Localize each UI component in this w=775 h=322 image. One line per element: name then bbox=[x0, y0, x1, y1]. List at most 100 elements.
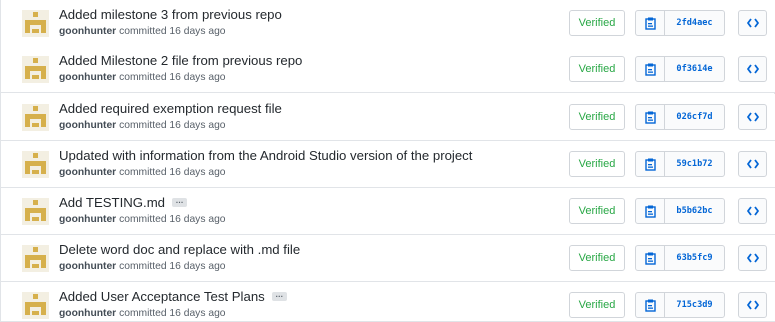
author-avatar[interactable] bbox=[22, 245, 49, 272]
commit-row: Added Milestone 2 file from previous rep… bbox=[1, 46, 775, 93]
ellipsis-expand-button[interactable]: … bbox=[271, 291, 287, 301]
commit-title: Added Milestone 2 file from previous rep… bbox=[59, 53, 302, 68]
identicon-avatar bbox=[22, 151, 49, 178]
code-brackets-icon bbox=[746, 300, 759, 310]
copy-sha-button[interactable] bbox=[636, 11, 665, 35]
identicon-avatar bbox=[22, 56, 49, 83]
commit-message-link[interactable]: Added User Acceptance Test Plans bbox=[59, 289, 265, 304]
author-avatar[interactable] bbox=[22, 198, 49, 225]
browse-files-button[interactable] bbox=[738, 56, 767, 82]
browse-files-button[interactable] bbox=[738, 10, 767, 36]
commit-sha-link[interactable]: 2fd4aec bbox=[665, 11, 724, 35]
commit-sha-link[interactable]: 63b5fc9 bbox=[665, 246, 724, 270]
commit-sha-link[interactable]: 59c1b72 bbox=[665, 152, 724, 176]
commit-title: Add TESTING.md … bbox=[59, 195, 188, 210]
commit-list: Added milestone 3 from previous repo goo… bbox=[0, 0, 775, 322]
code-brackets-icon bbox=[746, 64, 759, 74]
identicon-avatar bbox=[22, 245, 49, 272]
sha-button-group: 0f3614e bbox=[635, 56, 725, 82]
commit-meta: goonhunter committed 16 days ago bbox=[59, 167, 226, 178]
commit-author-link[interactable]: goonhunter bbox=[59, 214, 116, 225]
identicon-avatar bbox=[22, 198, 49, 225]
code-brackets-icon bbox=[746, 206, 759, 216]
commit-author-link[interactable]: goonhunter bbox=[59, 26, 116, 37]
commit-message-link[interactable]: Added Milestone 2 file from previous rep… bbox=[59, 53, 302, 68]
commit-author-link[interactable]: goonhunter bbox=[59, 167, 116, 178]
ellipsis-expand-button[interactable]: … bbox=[172, 197, 188, 207]
commit-time: committed 16 days ago bbox=[116, 120, 226, 131]
commit-author-link[interactable]: goonhunter bbox=[59, 72, 116, 83]
commit-author-link[interactable]: goonhunter bbox=[59, 120, 116, 131]
commit-message-link[interactable]: Added milestone 3 from previous repo bbox=[59, 7, 282, 22]
clipboard-icon bbox=[644, 252, 656, 265]
commit-time: committed 16 days ago bbox=[116, 72, 226, 83]
code-brackets-icon bbox=[746, 18, 759, 28]
copy-sha-button[interactable] bbox=[636, 57, 665, 81]
commit-message-link[interactable]: Delete word doc and replace with .md fil… bbox=[59, 242, 300, 257]
clipboard-icon bbox=[644, 63, 656, 76]
author-avatar[interactable] bbox=[22, 56, 49, 83]
commit-row: Added User Acceptance Test Plans … goonh… bbox=[1, 282, 775, 322]
commit-sha-link[interactable]: 0f3614e bbox=[665, 57, 724, 81]
sha-button-group: 59c1b72 bbox=[635, 151, 725, 177]
commit-time: committed 16 days ago bbox=[116, 26, 226, 37]
clipboard-icon bbox=[644, 158, 656, 171]
verified-badge[interactable]: Verified bbox=[569, 151, 625, 177]
clipboard-icon bbox=[644, 111, 656, 124]
commit-row: Updated with information from the Androi… bbox=[1, 141, 775, 188]
copy-sha-button[interactable] bbox=[636, 105, 665, 129]
commit-meta: goonhunter committed 16 days ago bbox=[59, 120, 226, 131]
commit-sha-link[interactable]: 715c3d9 bbox=[665, 293, 724, 317]
code-brackets-icon bbox=[746, 253, 759, 263]
commit-sha-link[interactable]: b5b62bc bbox=[665, 199, 724, 223]
commit-sha-link[interactable]: 026cf7d bbox=[665, 105, 724, 129]
browse-files-button[interactable] bbox=[738, 198, 767, 224]
commit-title: Delete word doc and replace with .md fil… bbox=[59, 242, 300, 257]
commit-title: Added User Acceptance Test Plans … bbox=[59, 289, 287, 304]
copy-sha-button[interactable] bbox=[636, 152, 665, 176]
clipboard-icon bbox=[644, 205, 656, 218]
code-brackets-icon bbox=[746, 159, 759, 169]
commit-title: Added milestone 3 from previous repo bbox=[59, 7, 282, 22]
verified-badge[interactable]: Verified bbox=[569, 292, 625, 318]
commit-time: committed 16 days ago bbox=[116, 167, 226, 178]
commit-message-link[interactable]: Add TESTING.md bbox=[59, 195, 165, 210]
commit-row: Delete word doc and replace with .md fil… bbox=[1, 235, 775, 282]
commit-message-link[interactable]: Added required exemption request file bbox=[59, 101, 282, 116]
browse-files-button[interactable] bbox=[738, 245, 767, 271]
author-avatar[interactable] bbox=[22, 151, 49, 178]
commit-meta: goonhunter committed 16 days ago bbox=[59, 72, 226, 83]
author-avatar[interactable] bbox=[22, 10, 49, 37]
sha-button-group: b5b62bc bbox=[635, 198, 725, 224]
identicon-avatar bbox=[22, 292, 49, 319]
sha-button-group: 2fd4aec bbox=[635, 10, 725, 36]
clipboard-icon bbox=[644, 17, 656, 30]
commit-meta: goonhunter committed 16 days ago bbox=[59, 214, 226, 225]
verified-badge[interactable]: Verified bbox=[569, 104, 625, 130]
commit-title: Added required exemption request file bbox=[59, 101, 282, 116]
copy-sha-button[interactable] bbox=[636, 293, 665, 317]
commit-time: committed 16 days ago bbox=[116, 214, 226, 225]
identicon-avatar bbox=[22, 104, 49, 131]
author-avatar[interactable] bbox=[22, 292, 49, 319]
verified-badge[interactable]: Verified bbox=[569, 198, 625, 224]
verified-badge[interactable]: Verified bbox=[569, 245, 625, 271]
browse-files-button[interactable] bbox=[738, 104, 767, 130]
commit-meta: goonhunter committed 16 days ago bbox=[59, 308, 226, 319]
commit-meta: goonhunter committed 16 days ago bbox=[59, 261, 226, 272]
identicon-avatar bbox=[22, 10, 49, 37]
commit-author-link[interactable]: goonhunter bbox=[59, 261, 116, 272]
author-avatar[interactable] bbox=[22, 104, 49, 131]
copy-sha-button[interactable] bbox=[636, 246, 665, 270]
commit-row: Added required exemption request file go… bbox=[1, 94, 775, 141]
verified-badge[interactable]: Verified bbox=[569, 56, 625, 82]
sha-button-group: 63b5fc9 bbox=[635, 245, 725, 271]
commit-message-link[interactable]: Updated with information from the Androi… bbox=[59, 148, 472, 163]
clipboard-icon bbox=[644, 299, 656, 312]
commit-author-link[interactable]: goonhunter bbox=[59, 308, 116, 319]
copy-sha-button[interactable] bbox=[636, 199, 665, 223]
browse-files-button[interactable] bbox=[738, 151, 767, 177]
verified-badge[interactable]: Verified bbox=[569, 10, 625, 36]
browse-files-button[interactable] bbox=[738, 292, 767, 318]
commit-row: Added milestone 3 from previous repo goo… bbox=[1, 0, 775, 47]
